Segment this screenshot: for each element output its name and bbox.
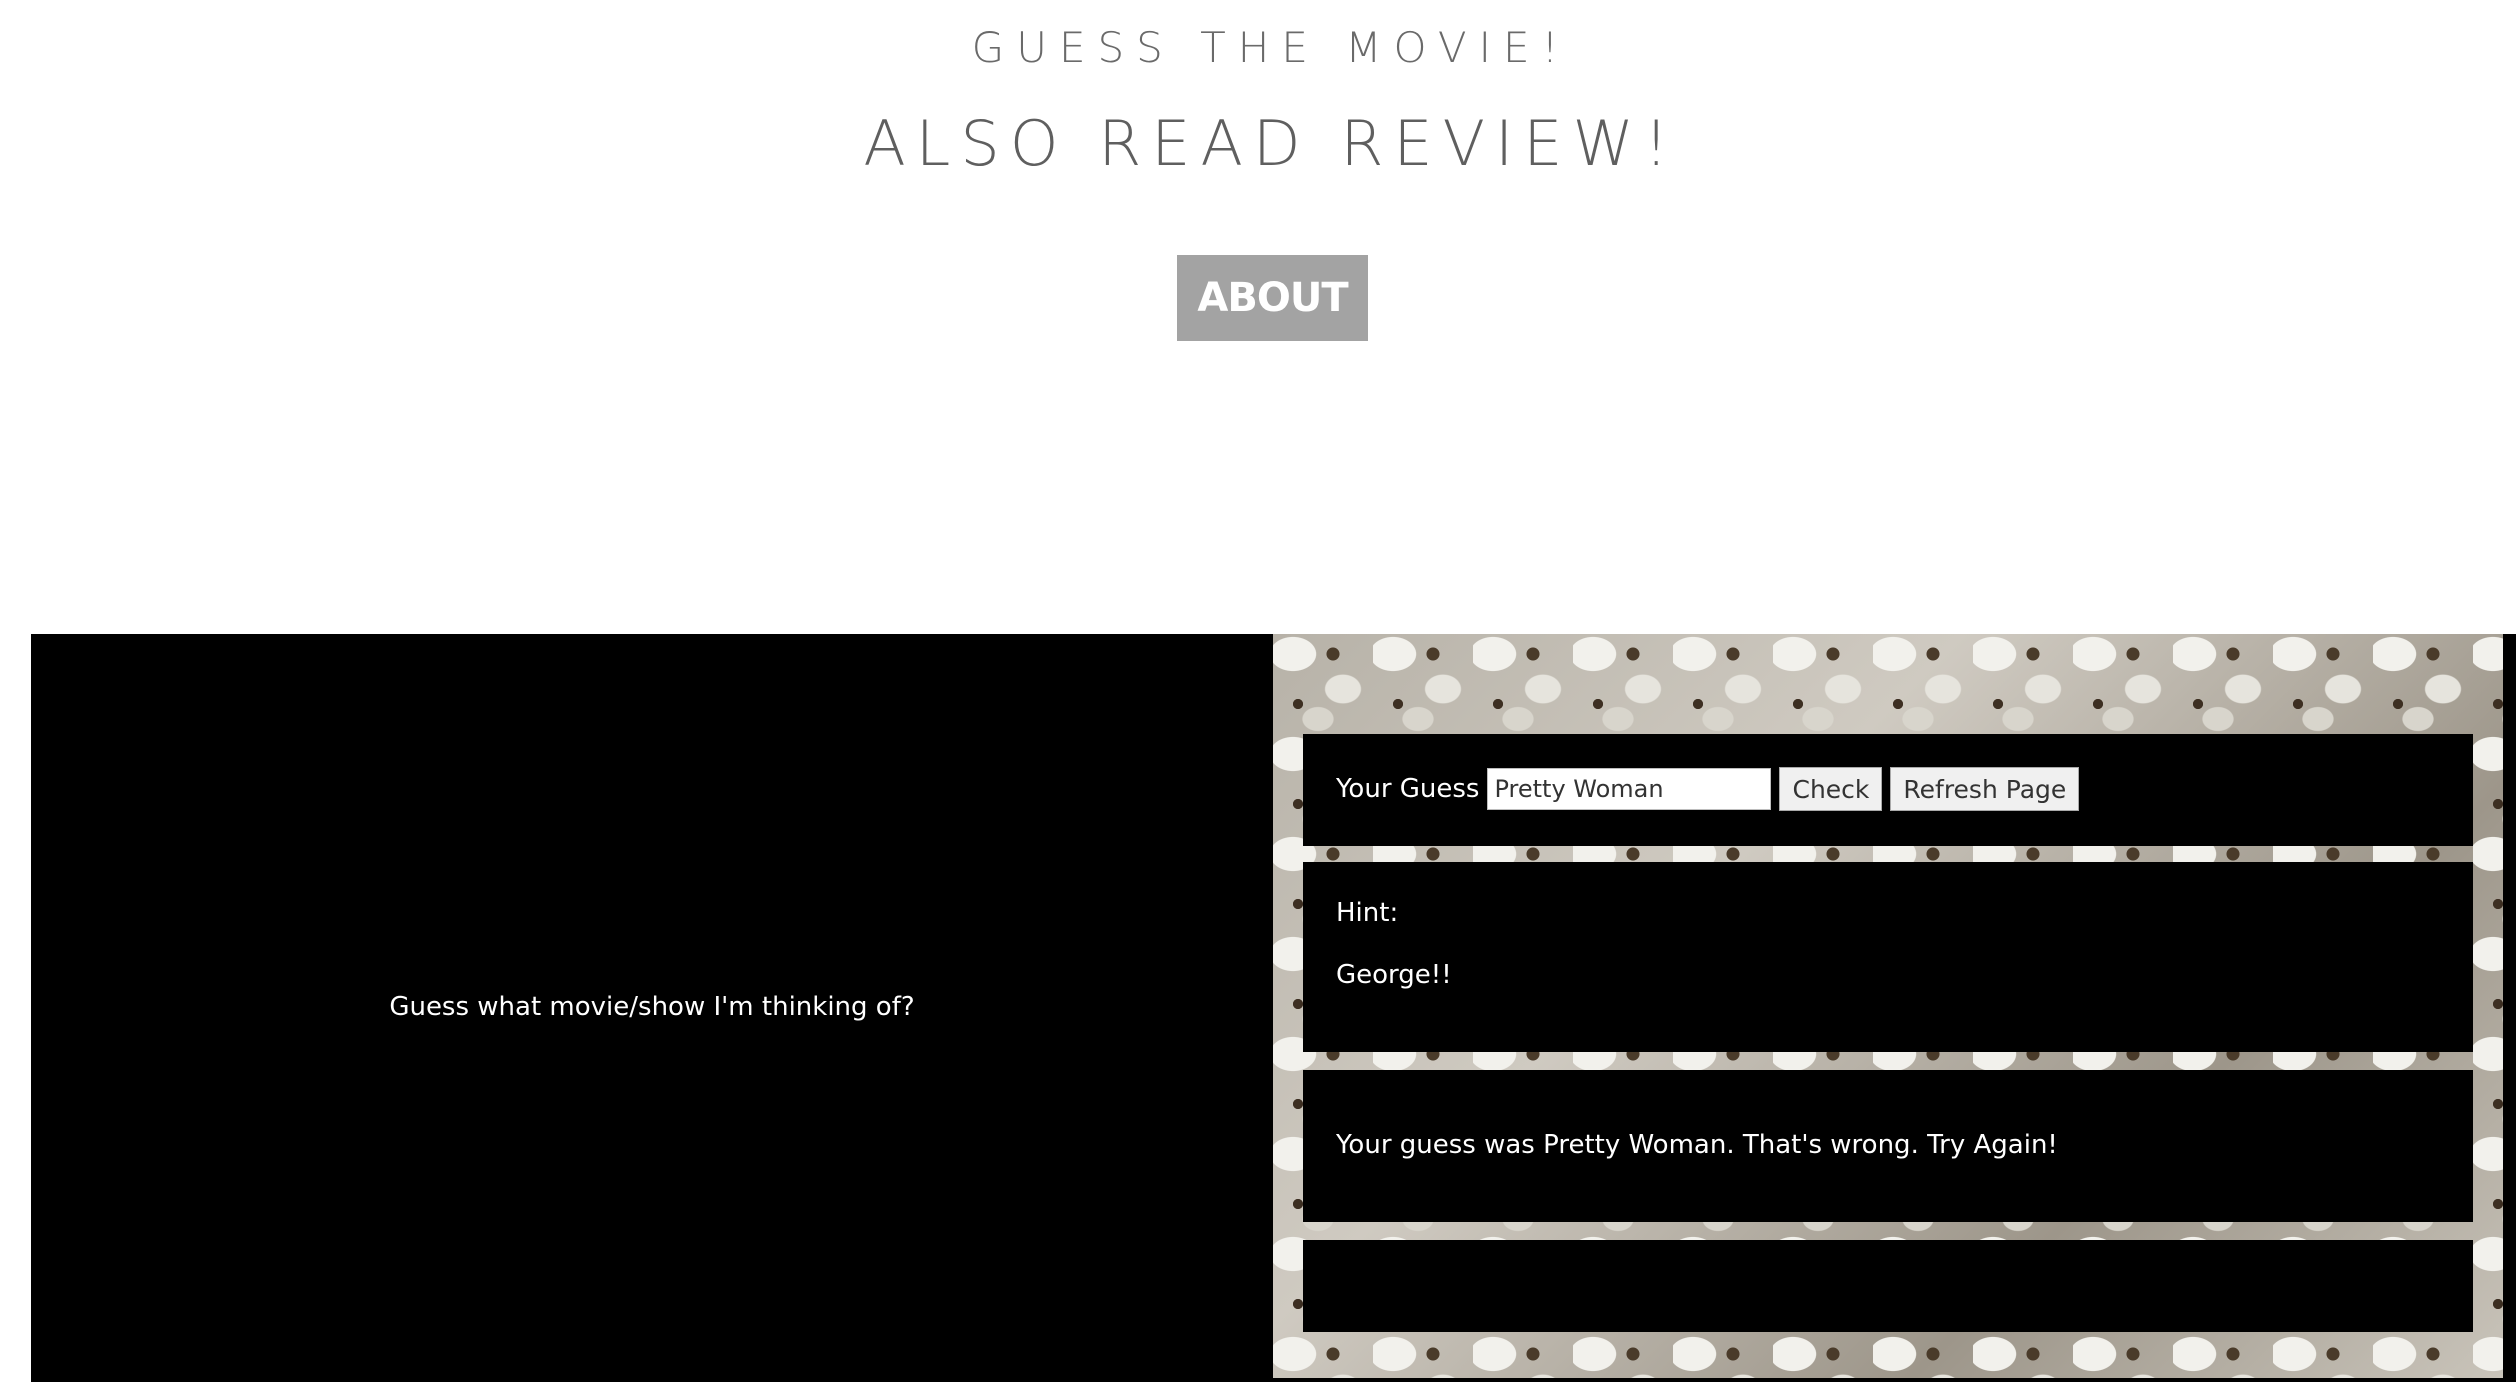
hint-box: Hint: George!! bbox=[1303, 862, 2473, 1052]
empty-box bbox=[1303, 1240, 2473, 1332]
game-area: Guess what movie/show I'm thinking of? Y… bbox=[31, 634, 2516, 1382]
page-title: GUESS THE MOVIE! bbox=[971, 23, 1571, 72]
hint-label: Hint: bbox=[1336, 898, 1399, 928]
result-text: Your guess was Pretty Woman. That's wron… bbox=[1336, 1130, 2058, 1160]
result-box: Your guess was Pretty Woman. That's wron… bbox=[1303, 1070, 2473, 1222]
guess-label: Your Guess bbox=[1336, 774, 1480, 804]
guess-input[interactable] bbox=[1487, 768, 1772, 810]
prompt-text: Guess what movie/show I'm thinking of? bbox=[389, 992, 915, 1022]
hint-text: George!! bbox=[1336, 960, 1452, 990]
about-button[interactable]: ABOUT bbox=[1177, 255, 1368, 341]
refresh-page-button[interactable]: Refresh Page bbox=[1890, 767, 2080, 811]
prompt-panel: Guess what movie/show I'm thinking of? bbox=[31, 634, 1273, 1382]
page: GUESS THE MOVIE! ALSO READ REVIEW! ABOUT… bbox=[0, 0, 2516, 1386]
guess-box: Your Guess Check Refresh Page bbox=[1303, 734, 2473, 846]
guess-row: Your Guess Check Refresh Page bbox=[1336, 767, 2080, 811]
page-subtitle: ALSO READ REVIEW! bbox=[863, 107, 1679, 180]
check-button[interactable]: Check bbox=[1779, 767, 1883, 811]
popcorn-panel: Your Guess Check Refresh Page Hint: Geor… bbox=[1273, 634, 2503, 1378]
